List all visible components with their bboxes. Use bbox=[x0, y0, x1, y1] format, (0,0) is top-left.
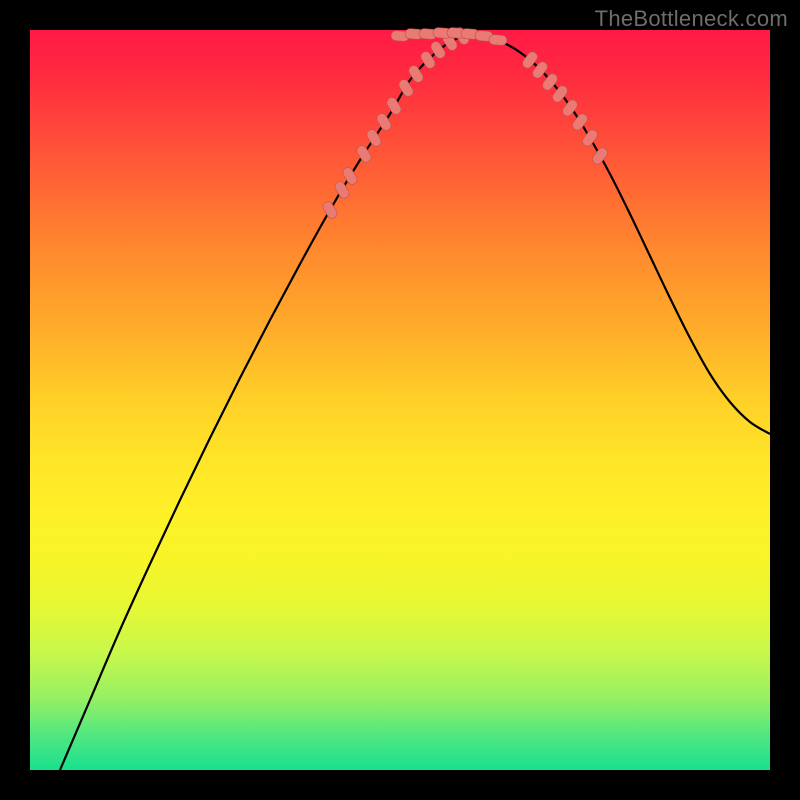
left-curve-path bbox=[60, 34, 470, 770]
watermark-text: TheBottleneck.com bbox=[595, 6, 788, 32]
data-dot bbox=[321, 200, 339, 221]
chart-plot-area bbox=[30, 30, 770, 770]
outer-frame: TheBottleneck.com bbox=[0, 0, 800, 800]
data-dot bbox=[355, 144, 373, 165]
data-dot bbox=[591, 146, 610, 166]
data-dot bbox=[385, 96, 403, 117]
data-dot bbox=[571, 112, 590, 132]
chart-svg bbox=[30, 30, 770, 770]
data-dot bbox=[489, 34, 508, 45]
dots-left-group bbox=[321, 26, 471, 221]
data-dot bbox=[581, 128, 600, 148]
right-curve-path bbox=[470, 34, 770, 434]
